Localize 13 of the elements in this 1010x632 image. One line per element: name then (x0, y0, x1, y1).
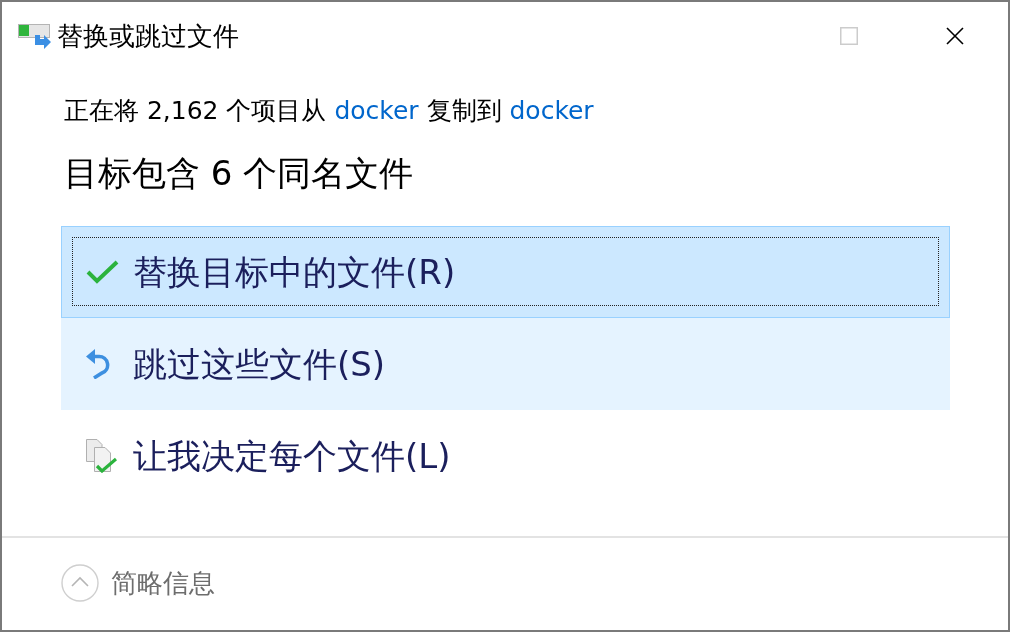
check-icon (86, 260, 119, 284)
app-icon (18, 23, 52, 49)
details-toggle-button[interactable]: 简略信息 (61, 564, 215, 602)
conflict-heading: 目标包含 6 个同名文件 (64, 152, 415, 195)
choose-each-file-option[interactable]: 让我决定每个文件(L) (61, 410, 950, 502)
folder-link[interactable]: docker (509, 96, 594, 125)
documents-check-icon (86, 439, 117, 473)
undo-arrow-icon (86, 349, 112, 379)
folder-link[interactable]: docker (334, 96, 419, 125)
skip-files-option[interactable]: 跳过这些文件(S) (61, 318, 950, 410)
replace-files-option[interactable]: 替换目标中的文件(R) (61, 226, 950, 318)
copy-progress-text: 正在将 2,162 个项目从 docker 复制到 docker (64, 95, 595, 127)
window-title: 替换或跳过文件 (57, 20, 239, 53)
